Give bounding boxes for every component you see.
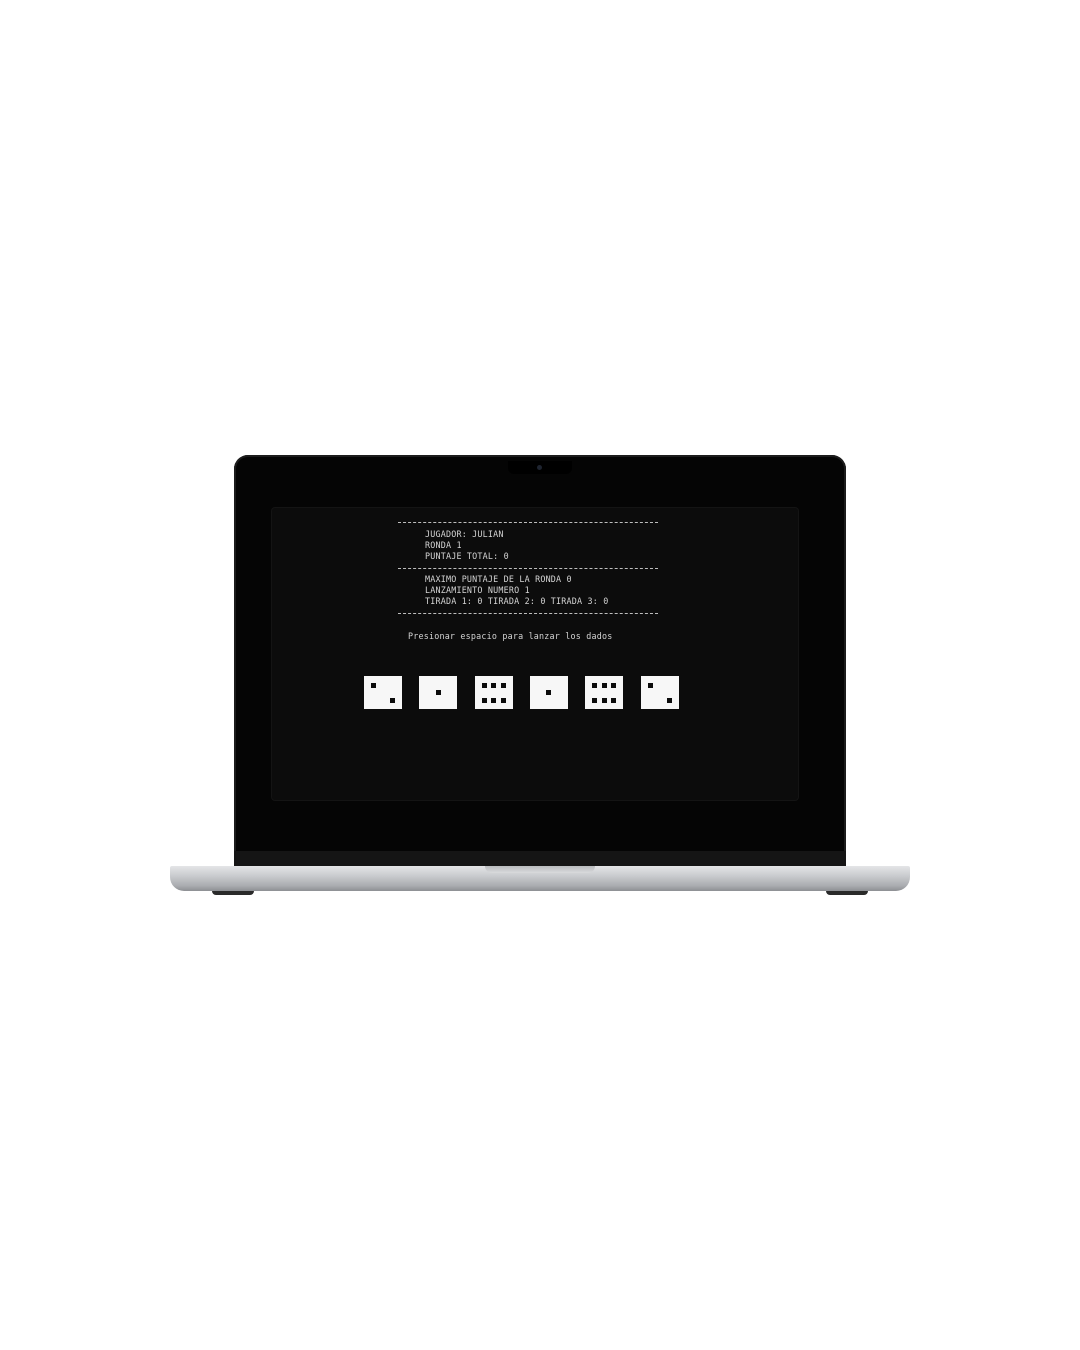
die-pip xyxy=(601,683,607,688)
rolls-line: TIRADA 1: 0 TIRADA 2: 0 TIRADA 3: 0 xyxy=(425,596,609,606)
camera-notch xyxy=(508,461,572,474)
die-pip xyxy=(592,698,598,703)
die-pip xyxy=(666,698,672,703)
dice-row xyxy=(364,676,684,712)
die-pip xyxy=(435,690,441,695)
throw-number-line: LANZAMIENTO NUMERO 1 xyxy=(425,585,530,595)
divider-top xyxy=(398,522,658,523)
player-line: JUGADOR: JULIAN xyxy=(425,529,504,539)
camera-icon xyxy=(537,465,542,470)
die-pip xyxy=(481,698,487,703)
die-pip xyxy=(647,683,653,688)
roll-prompt: Presionar espacio para lanzar los dados xyxy=(408,631,613,641)
die-pip xyxy=(371,683,376,688)
laptop-foot-left xyxy=(212,891,254,895)
die-pip xyxy=(491,683,497,688)
die-pip xyxy=(481,683,487,688)
die-pip xyxy=(611,698,617,703)
die-pip xyxy=(592,683,598,688)
total-score-line: PUNTAJE TOTAL: 0 xyxy=(425,551,509,561)
die-1 xyxy=(364,676,402,709)
laptop-foot-right xyxy=(826,891,868,895)
die-pip xyxy=(491,698,497,703)
laptop-base xyxy=(170,866,910,891)
max-round-score-line: MAXIMO PUNTAJE DE LA RONDA 0 xyxy=(425,574,572,584)
die-pip xyxy=(611,683,617,688)
laptop-screen-bezel: JUGADOR: JULIAN RONDA 1 PUNTAJE TOTAL: 0… xyxy=(234,455,846,867)
round-line: RONDA 1 xyxy=(425,540,462,550)
laptop-mockup: JUGADOR: JULIAN RONDA 1 PUNTAJE TOTAL: 0… xyxy=(0,0,1080,1350)
die-4 xyxy=(529,676,568,709)
divider-middle xyxy=(398,568,658,569)
screen-chin xyxy=(234,851,846,867)
die-pip xyxy=(546,690,552,695)
die-2 xyxy=(419,676,458,709)
die-3 xyxy=(474,676,513,709)
trackpad-notch xyxy=(485,866,595,873)
die-pip xyxy=(500,698,506,703)
die-pip xyxy=(390,698,395,703)
console-window[interactable]: JUGADOR: JULIAN RONDA 1 PUNTAJE TOTAL: 0… xyxy=(272,508,798,800)
die-pip xyxy=(500,683,506,688)
die-5 xyxy=(585,676,624,709)
die-6 xyxy=(640,676,679,709)
divider-bottom xyxy=(398,613,658,614)
die-pip xyxy=(601,698,607,703)
